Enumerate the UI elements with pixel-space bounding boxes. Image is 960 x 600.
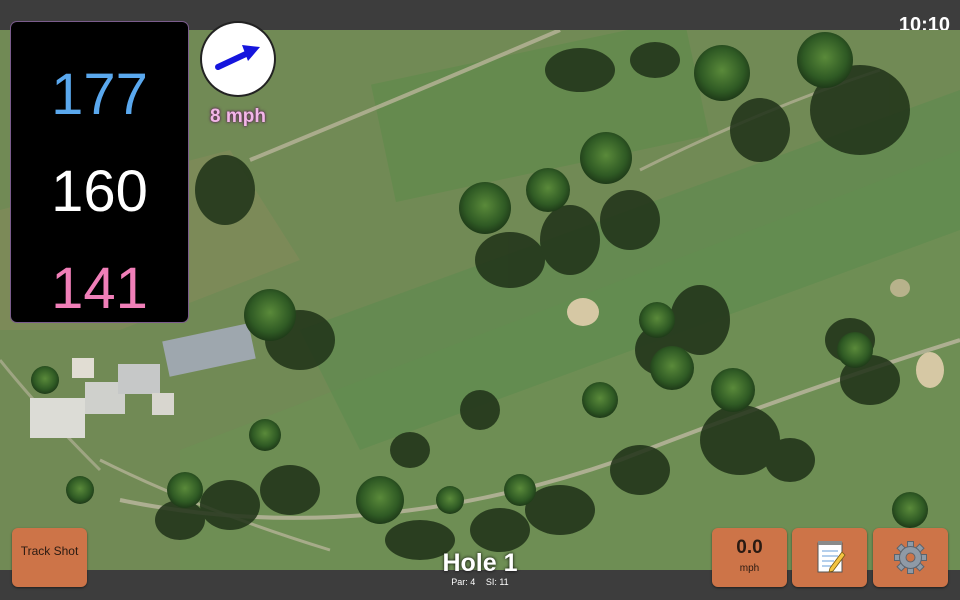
track-shot-button[interactable]: Track Shot (12, 528, 87, 587)
notepad-icon (817, 541, 846, 573)
speed-value: 0.0 (736, 537, 763, 558)
hole-title: Hole 1 (442, 549, 518, 577)
track-shot-label: Track Shot (20, 544, 79, 558)
hole-meta: Par: 4 SI: 11 (380, 577, 580, 587)
distance-panel: 177 160 141 (11, 22, 188, 322)
settings-button[interactable] (873, 528, 948, 587)
wind-speed: 8 mph (210, 106, 266, 127)
speed-unit: mph (739, 563, 760, 574)
wind-arrow-icon (215, 45, 260, 70)
wind-indicator (202, 23, 274, 95)
gear-icon (894, 541, 927, 574)
front-distance: 141 (51, 256, 148, 321)
hole-par: Par: 4 (451, 577, 476, 587)
hole-stroke-index: SI: 11 (485, 577, 509, 587)
notes-button[interactable] (792, 528, 867, 587)
back-distance: 177 (51, 62, 148, 127)
middle-distance: 160 (51, 159, 148, 224)
speed-button[interactable]: 0.0 mph (712, 528, 787, 587)
